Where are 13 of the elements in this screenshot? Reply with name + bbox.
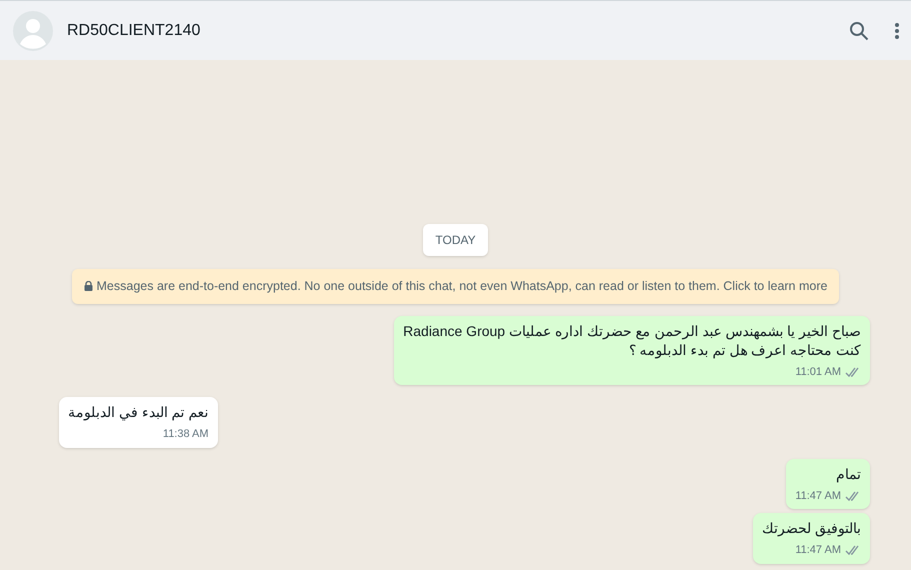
- message-time: 11:47 AM: [795, 488, 841, 504]
- menu-icon[interactable]: [895, 22, 899, 40]
- message-text: نعم تم البدء في الدبلومة: [68, 403, 209, 422]
- contact-name[interactable]: RD50CLIENT2140: [67, 18, 200, 42]
- message-time: 11:01 AM: [795, 364, 841, 380]
- message-time: 11:47 AM: [795, 543, 841, 558]
- message-text: تمام: [836, 464, 861, 484]
- search-icon[interactable]: [849, 20, 869, 40]
- lock-icon: [84, 281, 93, 292]
- message-text: صباح الخير يا بشمهندس عبد الرحمن مع حضرتك اداره عمليات Radiance Group كنت محتاجه اعرف هل تم بدء الدبلومه ؟: [403, 322, 861, 360]
- message-time: 11:38 AM: [162, 427, 209, 442]
- encryption-notice[interactable]: Messages are end-to-end encrypted. No one outside of this chat, not even WhatsApp, can read or listen to them. Click to learn more: [72, 269, 840, 304]
- message-text: بالتوفيق لحضرتك: [762, 519, 861, 538]
